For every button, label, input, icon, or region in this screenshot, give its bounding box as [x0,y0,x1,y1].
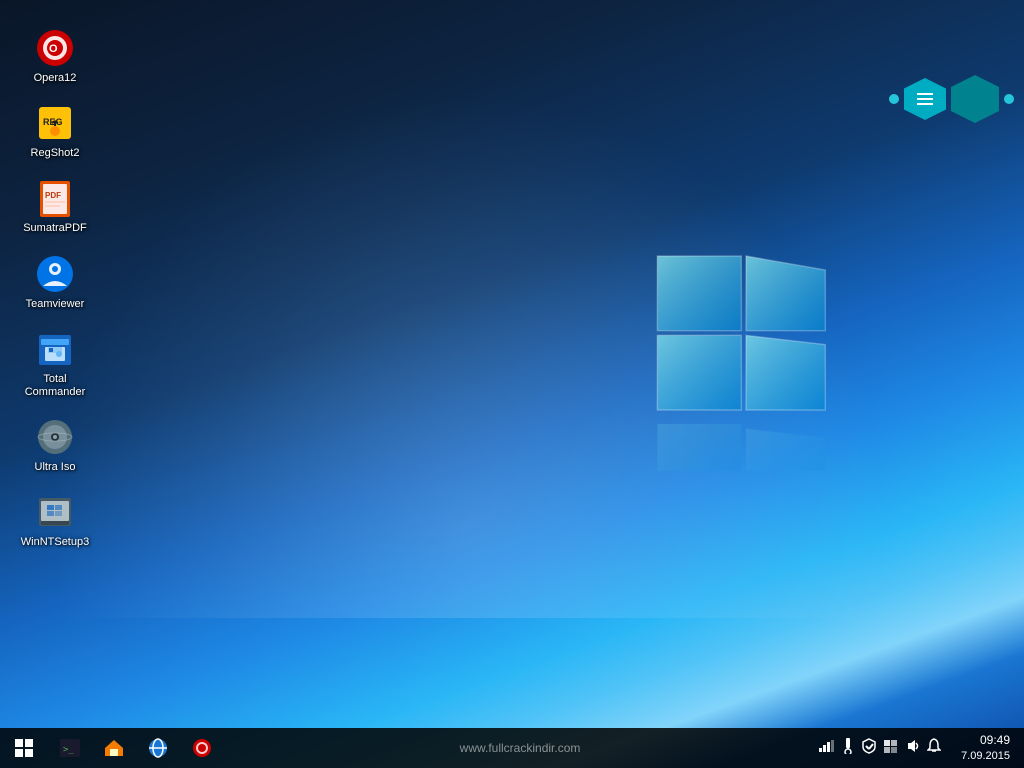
regshot-icon: REG [35,103,75,143]
desktop-icon-winntsetup[interactable]: WinNTSetup3 [10,484,100,557]
windows-logo [564,200,844,480]
hex-badge-1 [904,78,946,120]
desktop-icon-teamviewer[interactable]: Teamviewer [10,246,100,319]
desktop-icon-total-commander[interactable]: Total Commander [10,321,100,407]
desktop: K@ylü Geri Dönüşüm Kutusu [0,0,1024,768]
svg-text:>_: >_ [63,745,74,755]
hex-dot-1 [889,94,899,104]
desktop-icon-opera12[interactable]: O Opera12 [10,20,100,93]
tray-windows-flag[interactable] [881,737,899,758]
clock[interactable]: 09:49 7.09.2015 [955,733,1016,763]
tray-network[interactable] [816,737,836,758]
clock-date: 7.09.2015 [961,749,1010,763]
svg-text:O: O [49,43,58,55]
total-commander-icon [35,329,75,369]
ultra-iso-label: Ultra Iso [35,461,76,474]
winntsetup-icon [35,492,75,532]
tray-security[interactable] [860,736,878,759]
ultra-iso-icon [35,417,75,457]
hex-dot-2 [1004,94,1014,104]
teamviewer-icon [35,254,75,294]
total-commander-label: Total Commander [14,373,96,399]
desktop-icon-ultra-iso[interactable]: Ultra Iso [10,409,100,482]
winntsetup-label: WinNTSetup3 [21,536,89,549]
opera-icon: O [35,28,75,68]
tray-volume[interactable] [902,737,922,758]
taskbar-left: >_ [0,728,224,768]
hex-badge-2 [951,75,999,123]
taskbar: >_ [0,728,1024,768]
hex-badges [889,75,1014,123]
taskbar-center: www.fullcrackindir.com [224,741,816,755]
taskbar-ie[interactable] [136,728,180,768]
tray-usb[interactable] [839,736,857,759]
taskbar-right: 09:49 7.09.2015 [816,733,1024,763]
taskbar-cmd[interactable]: >_ [48,728,92,768]
tray-notification[interactable] [925,736,943,759]
start-button[interactable] [0,728,48,768]
teamviewer-label: Teamviewer [26,298,85,311]
regshot-label: RegShot2 [31,147,80,160]
taskbar-opera[interactable] [180,728,224,768]
taskbar-explorer[interactable] [92,728,136,768]
clock-time: 09:49 [961,733,1010,749]
svg-text:PDF: PDF [45,191,61,200]
system-tray [816,736,943,759]
sumatra-icon: PDF [35,178,75,218]
desktop-icon-sumatrapdf[interactable]: PDF SumatraPDF [10,170,100,243]
desktop-icons: K@ylü Geri Dönüşüm Kutusu [0,10,205,730]
desktop-icon-regshot2[interactable]: REG RegShot2 [10,95,100,168]
opera-label: Opera12 [34,72,77,85]
taskbar-watermark: www.fullcrackindir.com [460,741,581,755]
sumatra-label: SumatraPDF [23,222,87,235]
